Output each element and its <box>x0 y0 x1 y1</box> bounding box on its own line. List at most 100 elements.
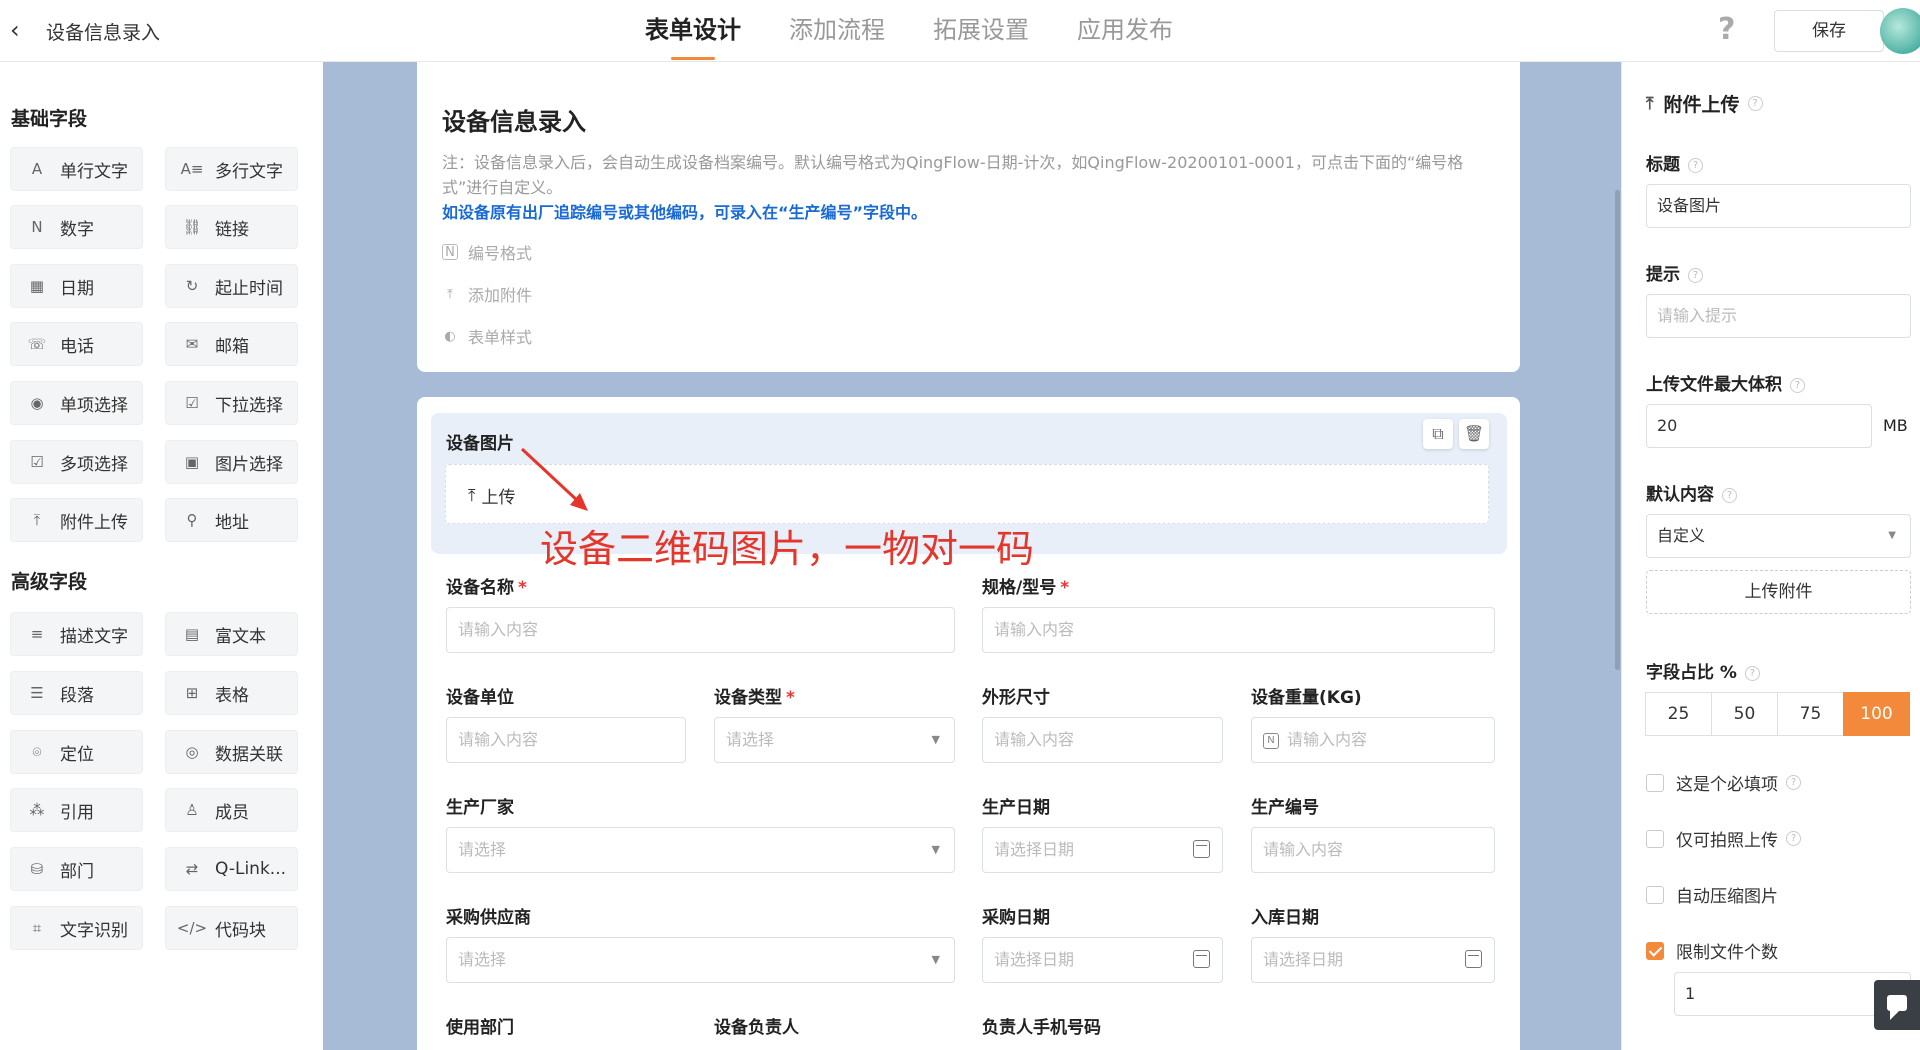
field-image-choice[interactable]: ▣ 图片选择 <box>165 440 298 484</box>
checkbox[interactable] <box>1646 885 1664 904</box>
field-multi-line-text[interactable]: A≡ 多行文字 <box>165 147 298 191</box>
help-circle-icon[interactable]: ? <box>1747 96 1763 111</box>
multiline-text-icon: A≡ <box>180 160 204 178</box>
check-limit-count[interactable]: 限制文件个数 <box>1646 938 1778 963</box>
select-supplier[interactable]: 请选择 ▼ <box>446 937 955 983</box>
field-single-line-text[interactable]: A 单行文字 <box>10 147 143 191</box>
field-address[interactable]: ⚲ 地址 <box>165 498 298 542</box>
top-bar: ‹ 设备信息录入 表单设计 添加流程 拓展设置 应用发布 ? 保存 <box>0 0 1920 62</box>
chat-icon[interactable] <box>1874 980 1920 1030</box>
select-maker[interactable]: 请选择 ▼ <box>446 827 955 873</box>
field-paragraph[interactable]: ☰ 段落 <box>10 671 143 715</box>
field-table[interactable]: ⊞ 表格 <box>165 671 298 715</box>
ratio-option-75[interactable]: 75 <box>1777 692 1844 736</box>
avatar[interactable] <box>1880 8 1920 54</box>
field-phone[interactable]: ☏ 电话 <box>10 322 143 366</box>
copy-icon[interactable]: ⧉ <box>1423 419 1453 449</box>
help-icon[interactable]: ? <box>1718 12 1744 47</box>
field-label-in-date: 入库日期 <box>1251 908 1319 928</box>
properties-header: ⤒ 附件上传? <box>1646 90 1763 117</box>
input-size[interactable]: 请输入内容 <box>982 717 1223 763</box>
upload-area[interactable]: ⤒ 上传 <box>445 464 1489 524</box>
check-compress[interactable]: 自动压缩图片 <box>1646 882 1778 907</box>
field-date[interactable]: ▦ 日期 <box>10 264 143 308</box>
field-label-buy-date: 采购日期 <box>982 908 1050 928</box>
help-circle-icon[interactable]: ? <box>1722 487 1737 503</box>
field-multi-choice[interactable]: ☑ 多项选择 <box>10 440 143 484</box>
input-device-name[interactable]: 请输入内容 <box>446 607 955 653</box>
date-buy[interactable]: 请选择日期 <box>982 937 1223 983</box>
field-link[interactable]: ⛓ 链接 <box>165 205 298 249</box>
prop-title-input[interactable]: 设备图片 <box>1646 184 1911 228</box>
field-reference[interactable]: ⁂ 引用 <box>10 788 143 832</box>
select-device-type[interactable]: 请选择 ▼ <box>714 717 955 763</box>
check-required[interactable]: 这是个必填项? <box>1646 770 1801 795</box>
field-single-choice[interactable]: ◉ 单项选择 <box>10 381 143 425</box>
field-label-unit: 设备单位 <box>446 688 514 708</box>
ratio-option-50[interactable]: 50 <box>1711 692 1778 736</box>
field-label-serial: 生产编号 <box>1251 798 1319 818</box>
field-time-range[interactable]: ↻ 起止时间 <box>165 264 298 308</box>
prop-default-select[interactable]: 自定义 ▼ <box>1646 514 1911 558</box>
input-unit[interactable]: 请输入内容 <box>446 717 686 763</box>
department-icon: ⛁ <box>30 860 44 878</box>
checkbox[interactable] <box>1646 773 1664 792</box>
help-circle-icon[interactable]: ? <box>1744 665 1760 681</box>
option-add-attachment[interactable]: ⤒ 添加附件 <box>442 282 532 306</box>
prop-max-size-label: 上传文件最大体积? <box>1646 370 1805 395</box>
help-circle-icon[interactable]: ? <box>1790 377 1805 393</box>
field-description[interactable]: ≡ 描述文字 <box>10 612 143 656</box>
help-circle-icon[interactable]: ? <box>1688 157 1703 173</box>
back-arrow-icon[interactable]: ‹ <box>10 16 34 44</box>
tab-publish[interactable]: 应用发布 <box>1077 0 1173 62</box>
check-camera-only[interactable]: 仅可拍照上传? <box>1646 826 1801 851</box>
main-tabs: 表单设计 添加流程 拓展设置 应用发布 <box>645 0 1221 62</box>
prop-max-size-input[interactable]: 20 <box>1646 404 1872 448</box>
field-tools: ⧉ 🗑 <box>1423 419 1489 449</box>
input-weight[interactable]: N 请输入内容 <box>1251 717 1495 763</box>
field-q-link[interactable]: ⇄ Q-Link... <box>165 847 298 891</box>
option-form-style[interactable]: ◐ 表单样式 <box>442 324 532 348</box>
prop-default-label: 默认内容? <box>1646 480 1737 505</box>
upload-button[interactable]: ⤒ 上传 <box>468 483 516 509</box>
help-circle-icon[interactable]: ? <box>1786 831 1801 846</box>
help-circle-icon[interactable]: ? <box>1786 775 1801 790</box>
input-serial[interactable]: 请输入内容 <box>1251 827 1495 873</box>
upload-attachment-button[interactable]: 上传附件 <box>1646 570 1911 614</box>
field-data-relation[interactable]: ◎ 数据关联 <box>165 730 298 774</box>
field-code-block[interactable]: </> 代码块 <box>165 906 298 950</box>
checkbox[interactable] <box>1646 829 1664 848</box>
canvas-scrollbar[interactable] <box>1615 190 1620 670</box>
field-rich-text[interactable]: ▤ 富文本 <box>165 612 298 656</box>
field-dropdown[interactable]: ☑ 下拉选择 <box>165 381 298 425</box>
input-spec[interactable]: 请输入内容 <box>982 607 1495 653</box>
form-header-card: 设备信息录入 注：设备信息录入后，会自动生成设备档案编号。默认编号格式为Qing… <box>417 62 1520 372</box>
date-in[interactable]: 请选择日期 <box>1251 937 1495 983</box>
checkbox-checked[interactable] <box>1646 941 1664 960</box>
field-number[interactable]: N 数字 <box>10 205 143 249</box>
delete-icon[interactable]: 🗑 <box>1459 419 1489 449</box>
field-member[interactable]: ♙ 成员 <box>165 788 298 832</box>
ratio-option-100[interactable]: 100 <box>1843 692 1910 736</box>
option-number-format[interactable]: N 编号格式 <box>442 240 532 264</box>
ratio-option-25[interactable]: 25 <box>1645 692 1712 736</box>
tab-form-design[interactable]: 表单设计 <box>645 0 741 62</box>
field-attachment[interactable]: ⤒ 附件上传 <box>10 498 143 542</box>
field-email[interactable]: ✉ 邮箱 <box>165 322 298 366</box>
tab-extension-settings[interactable]: 拓展设置 <box>933 0 1029 62</box>
dropdown-icon: ☑ <box>185 394 199 412</box>
checkbox-icon: ☑ <box>30 453 44 471</box>
prop-hint-input[interactable]: 请输入提示 <box>1646 294 1911 338</box>
form-title[interactable]: 设备信息录入 <box>442 102 586 137</box>
field-ocr[interactable]: ⌗ 文字识别 <box>10 906 143 950</box>
save-button[interactable]: 保存 <box>1774 10 1884 52</box>
code-icon: </> <box>176 919 208 937</box>
advanced-fields-title: 高级字段 <box>11 571 88 593</box>
upload-icon: ⤒ <box>447 286 453 302</box>
field-label-size: 外形尺寸 <box>982 688 1050 708</box>
field-location[interactable]: ⌾ 定位 <box>10 730 143 774</box>
field-department[interactable]: ⛁ 部门 <box>10 847 143 891</box>
help-circle-icon[interactable]: ? <box>1688 267 1703 283</box>
date-prod[interactable]: 请选择日期 <box>982 827 1223 873</box>
tab-add-flow[interactable]: 添加流程 <box>789 0 885 62</box>
